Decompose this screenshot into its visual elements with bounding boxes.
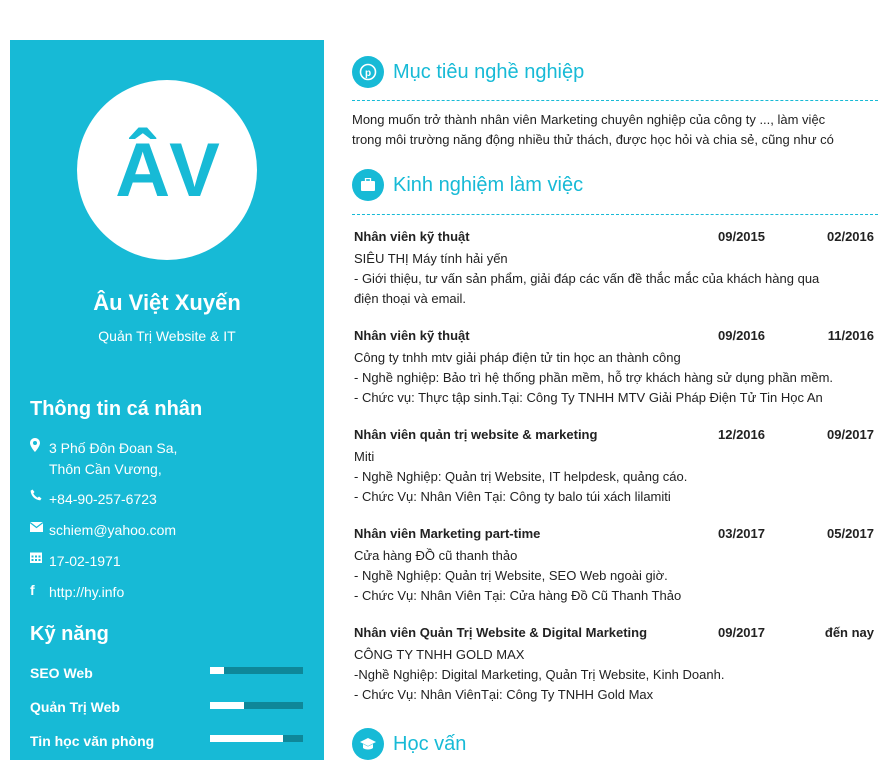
job-title: Nhân viên kỹ thuật: [354, 229, 470, 244]
calendar-icon: [30, 551, 49, 566]
job-start-date: 09/2015: [718, 229, 765, 244]
sidebar: ÂV Âu Việt Xuyến Quản Trị Website & IT T…: [10, 40, 324, 760]
briefcase-icon: [352, 169, 384, 201]
pinterest-icon: p: [352, 56, 384, 88]
job-line: Miti: [354, 449, 375, 464]
job-title: Nhân viên quản trị website & marketing: [354, 427, 598, 442]
skill-label: SEO Web: [30, 665, 93, 681]
address-row: 3 Phố Đôn Đoan Sa, Thôn Cần Vương,: [30, 438, 177, 480]
website-link[interactable]: http://hy.info: [49, 582, 124, 603]
skill-label: Tin học văn phòng: [30, 733, 155, 749]
phone-row: +84-90-257-6723: [30, 489, 157, 510]
job-end-date: 05/2017: [827, 526, 874, 541]
objective-title: Mục tiêu nghề nghiệp: [393, 60, 585, 83]
job-line: - Chức Vụ: Nhân ViênTại: Công Ty TNHH Go…: [354, 687, 654, 702]
skills-heading: Kỹ năng: [30, 623, 109, 645]
address-line2: Thôn Cần Vương,: [49, 461, 162, 477]
skill-bar-fill: [210, 702, 245, 709]
job-entry: Nhân viên kỹ thuật 09/2015 02/2016 SIÊU …: [354, 229, 874, 309]
objective-text: Mong muốn trở thành nhân viên Marketing …: [352, 110, 878, 150]
job-title: Nhân viên Marketing part-time: [354, 526, 541, 541]
email-text: schiem@yahoo.com: [49, 522, 177, 538]
phone-text: +84-90-257-6723: [49, 491, 157, 507]
graduation-cap-icon: [352, 728, 384, 760]
job-line: - Chức Vụ: Nhân Viên Tại: Công ty balo t…: [354, 489, 671, 504]
birthday-text: 17-02-1971: [49, 553, 121, 569]
job-end-date: 11/2016: [827, 328, 874, 343]
job-start-date: 09/2016: [718, 328, 765, 343]
job-line: -Nghề Nghiệp: Digital Marketing, Quản Tr…: [354, 667, 725, 682]
job-line: CÔNG TY TNHH GOLD MAX: [354, 647, 525, 662]
job-title: Nhân viên kỹ thuật: [354, 328, 470, 343]
job-line: Cửa hàng ĐỒ cũ thanh thảo: [354, 548, 518, 563]
job-entry: Nhân viên Quản Trị Website & Digital Mar…: [354, 625, 874, 705]
skill-bar: [210, 702, 303, 709]
section-divider: [352, 100, 878, 101]
map-marker-icon: [30, 438, 49, 455]
facebook-icon: f: [30, 582, 35, 598]
job-line: - Giới thiệu, tư vấn sản phẩm, giải đáp …: [354, 271, 820, 286]
education-section-header: Học vấn: [352, 728, 466, 760]
job-entry: Nhân viên quản trị website & marketing 1…: [354, 427, 874, 507]
address-line1: 3 Phố Đôn Đoan Sa,: [49, 440, 178, 456]
phone-icon: [30, 489, 49, 504]
job-line: SIÊU THỊ Máy tính hải yến: [354, 251, 508, 266]
job-line: Công ty tnhh mtv giải pháp điện tử tin h…: [354, 350, 681, 365]
experience-section-header: Kinh nghiệm làm việc: [352, 169, 583, 201]
objective-line: Mong muốn trở thành nhân viên Marketing …: [352, 112, 826, 127]
profile-role: Quản Trị Website & IT: [98, 328, 236, 344]
job-end-date: 02/2016: [827, 229, 874, 244]
skill-bar: [210, 667, 303, 674]
job-line: điện thoại và email.: [354, 291, 467, 306]
job-line: - Chức vụ: Thực tập sinh.Tại: Công Ty TN…: [354, 390, 823, 405]
birthday-row: 17-02-1971: [30, 551, 121, 572]
job-line: - Chức Vụ: Nhân Viên Tại: Cửa hàng Đồ Cũ…: [354, 588, 682, 603]
website-row: f http://hy.info: [30, 582, 124, 603]
job-entry: Nhân viên kỹ thuật 09/2016 11/2016 Công …: [354, 328, 874, 408]
job-start-date: 09/2017: [718, 625, 765, 640]
experience-title: Kinh nghiệm làm việc: [393, 173, 584, 196]
job-title: Nhân viên Quản Trị Website & Digital Mar…: [354, 625, 648, 640]
section-divider: [352, 214, 878, 215]
svg-text:p: p: [365, 68, 371, 79]
job-start-date: 12/2016: [718, 427, 765, 442]
personal-info-heading: Thông tin cá nhân: [30, 398, 203, 420]
profile-name: Âu Việt Xuyến: [93, 290, 241, 315]
avatar: ÂV: [77, 80, 257, 260]
education-title: Học vấn: [393, 732, 467, 755]
job-line: - Nghề Nghiệp: Quản trị Website, SEO Web…: [354, 568, 668, 583]
job-line: - Nghề nghiệp: Bảo trì hệ thống phần mềm…: [354, 370, 834, 385]
job-end-date: đến nay: [824, 625, 874, 640]
job-entry: Nhân viên Marketing part-time 03/2017 05…: [354, 526, 874, 606]
envelope-icon: [29, 520, 49, 535]
skill-bar-fill: [210, 667, 224, 674]
job-end-date: 09/2017: [827, 427, 874, 442]
objective-section-header: p Mục tiêu nghề nghiệp: [352, 56, 584, 88]
objective-line: trong môi trường năng động nhiều thử thá…: [352, 132, 834, 147]
job-start-date: 03/2017: [718, 526, 765, 541]
skill-bar-fill: [210, 735, 283, 742]
skill-label: Quản Trị Web: [30, 699, 120, 715]
skill-bar: [210, 735, 303, 742]
email-row: schiem@yahoo.com: [29, 520, 177, 541]
job-line: - Nghề Nghiệp: Quản trị Website, IT help…: [354, 469, 688, 484]
